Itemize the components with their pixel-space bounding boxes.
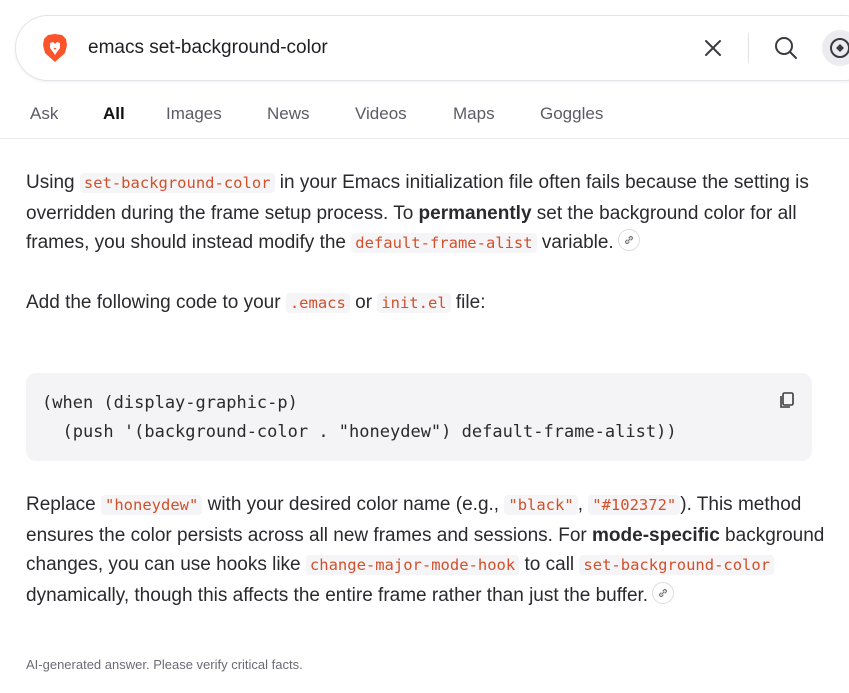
code-line: (push '(background-color . "honeydew") d… — [42, 422, 677, 442]
copy-icon[interactable] — [778, 391, 796, 409]
tab-news[interactable]: News — [267, 104, 310, 124]
brave-lion-icon[interactable] — [41, 33, 69, 63]
answer-text: Replace — [26, 494, 101, 515]
code-line: (when (display-graphic-p) — [42, 393, 298, 413]
tab-maps[interactable]: Maps — [453, 104, 495, 124]
code-block: (when (display-graphic-p) (push '(backgr… — [26, 373, 812, 461]
search-input[interactable] — [88, 32, 628, 64]
source-link-button[interactable] — [617, 229, 640, 251]
inline-code: "black" — [504, 495, 578, 515]
source-link-button[interactable] — [652, 581, 675, 604]
search-bar — [15, 15, 849, 81]
inline-code: change-major-mode-hook — [305, 555, 520, 575]
tab-images[interactable]: Images — [166, 104, 222, 124]
link-icon — [658, 588, 668, 597]
answer-paragraph-2: Add the following code to your .emacs or… — [26, 288, 826, 319]
tab-all[interactable]: All — [103, 104, 125, 124]
ai-chat-button[interactable] — [822, 30, 849, 66]
answer-text: , — [577, 494, 589, 515]
answer-text: file: — [450, 291, 486, 313]
search-divider — [748, 33, 749, 63]
inline-code: "#102372" — [588, 495, 681, 515]
close-icon[interactable] — [701, 36, 725, 60]
ai-answer: Using set-background-color in your Emacs… — [26, 168, 826, 318]
answer-text: or — [349, 291, 378, 313]
inline-code: .emacs — [285, 292, 350, 313]
answer-bold-text: permanently — [418, 202, 532, 224]
answer-text: dynamically, though this affects the ent… — [26, 584, 649, 606]
inline-code: default-frame-alist — [351, 233, 537, 253]
answer-bold-text: mode-specific — [592, 524, 720, 546]
answer-text: Using — [26, 172, 80, 193]
ai-disclaimer: AI-generated answer. Please verify criti… — [26, 657, 303, 672]
answer-text: with your desired color name (e.g., — [202, 494, 505, 515]
tab-videos[interactable]: Videos — [355, 104, 407, 124]
search-tabs: Ask All Images News Videos Maps Goggles — [0, 92, 849, 139]
answer-paragraph-1: Using set-background-color in your Emacs… — [26, 168, 826, 259]
ai-chat-icon — [830, 38, 849, 58]
inline-code: set-background-color — [579, 555, 775, 575]
answer-paragraph-3: Replace "honeydew" with your desired col… — [26, 490, 826, 610]
inline-code: "honeydew" — [101, 495, 203, 515]
inline-code: set-background-color — [79, 173, 275, 193]
link-icon — [624, 235, 633, 245]
answer-text: variable. — [536, 232, 614, 253]
answer-text: to call — [519, 554, 580, 575]
tab-ask[interactable]: Ask — [30, 104, 58, 124]
search-icon[interactable] — [773, 35, 799, 61]
tab-goggles[interactable]: Goggles — [540, 104, 603, 124]
inline-code: init.el — [377, 292, 451, 313]
ai-answer-continued: Replace "honeydew" with your desired col… — [26, 490, 826, 610]
answer-text: Add the following code to your — [26, 291, 286, 313]
